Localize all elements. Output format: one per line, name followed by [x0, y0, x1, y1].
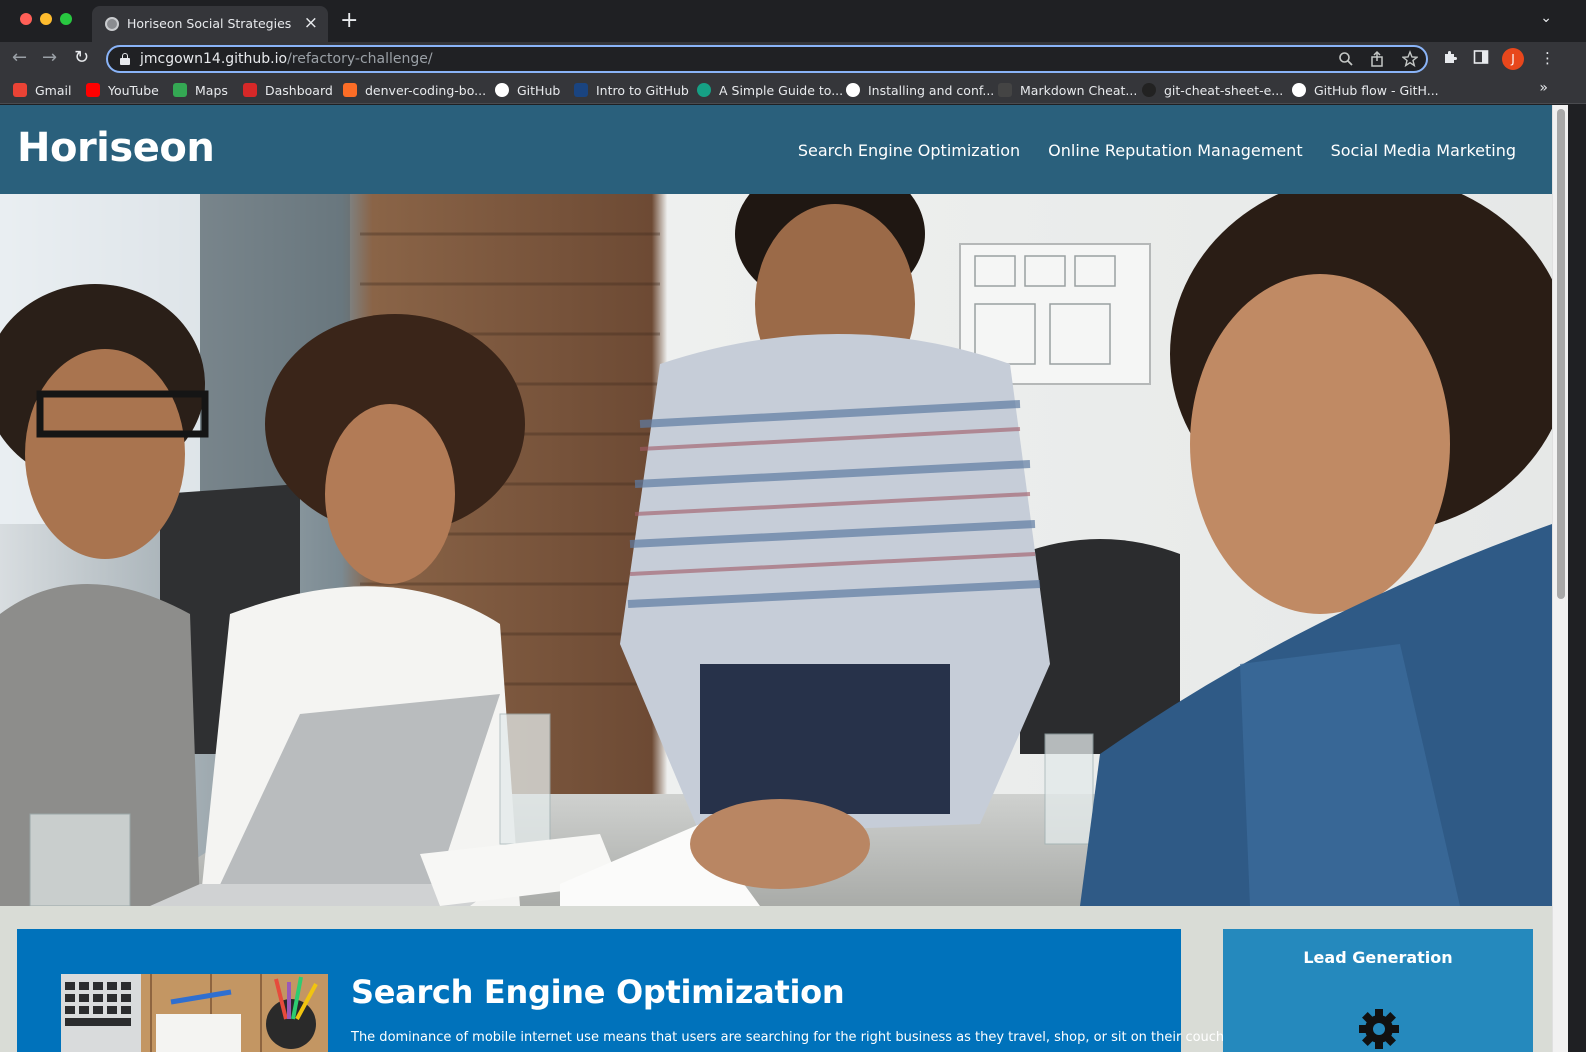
tab-search-chevron-icon[interactable]: ⌄: [1540, 10, 1552, 26]
site-logo[interactable]: Horiseon: [17, 125, 215, 171]
forward-arrow-icon[interactable]: →: [42, 46, 57, 70]
bookmark-label: denver-coding-bo...: [365, 82, 487, 98]
bookmark-denver-coding[interactable]: denver-coding-bo...: [343, 81, 486, 99]
bookmark-simple-guide[interactable]: A Simple Guide to...: [697, 81, 843, 99]
back-arrow-icon[interactable]: ←: [12, 46, 27, 70]
main-nav: Search Engine Optimization Online Reputa…: [798, 141, 1516, 160]
bookmark-github[interactable]: GitHub: [495, 81, 560, 99]
tab-close-icon[interactable]: ×: [304, 13, 318, 33]
bookmark-git-cheat-sheet[interactable]: git-cheat-sheet-e...: [1142, 81, 1283, 99]
github-icon: [1292, 83, 1306, 97]
sidebar-title: Lead Generation: [1303, 948, 1453, 967]
url-host: jmcgown14.github.io: [140, 51, 288, 67]
more-menu-icon[interactable]: ⋮: [1540, 49, 1555, 67]
profile-avatar[interactable]: J: [1502, 48, 1524, 70]
gitlab-icon: [343, 83, 357, 97]
bookmark-intro-to-github[interactable]: Intro to GitHub: [574, 81, 689, 99]
window-edge: [1568, 105, 1586, 1052]
browser-tab-active[interactable]: Horiseon Social Strategies ×: [92, 6, 328, 42]
bookmark-gmail[interactable]: Gmail: [13, 81, 71, 99]
github-icon: [1142, 83, 1156, 97]
page-viewport: Horiseon Search Engine Optimization Onli…: [0, 105, 1552, 1052]
seo-image: [61, 974, 328, 1052]
globe-icon: [105, 17, 119, 31]
bookmark-label: GitHub flow - GitH...: [1314, 82, 1439, 98]
url-path: /refactory-challenge/: [287, 51, 433, 67]
page-scrollbar[interactable]: [1552, 105, 1568, 1052]
bookmark-installing[interactable]: Installing and conf...: [846, 81, 994, 99]
maximize-window-button[interactable]: [60, 13, 72, 25]
youtube-icon: [86, 83, 100, 97]
browser-toolbar: ← → ↻ jmcgown14.github.io/refactory-chal…: [0, 42, 1586, 76]
site-header: Horiseon Search Engine Optimization Onli…: [0, 105, 1552, 194]
gear-icon: [1359, 1009, 1399, 1049]
new-tab-button[interactable]: +: [340, 10, 358, 32]
bookmarks-bar: Gmail YouTube Maps Dashboard denver-codi…: [0, 76, 1586, 104]
bookmark-label: git-cheat-sheet-e...: [1164, 82, 1284, 98]
maps-icon: [173, 83, 187, 97]
scrollbar-thumb[interactable]: [1557, 109, 1565, 599]
bookmark-label: GitHub: [517, 82, 561, 98]
extensions-puzzle-icon[interactable]: [1442, 49, 1458, 69]
dashboard-icon: [243, 83, 257, 97]
bookmark-github-flow[interactable]: GitHub flow - GitH...: [1292, 81, 1439, 99]
bookmarks-overflow-icon[interactable]: »: [1539, 80, 1548, 96]
bookmark-maps[interactable]: Maps: [173, 81, 228, 99]
share-icon[interactable]: [1370, 50, 1384, 72]
browser-tab-bar: Horiseon Social Strategies × + ⌄: [0, 0, 1586, 42]
bookmark-markdown[interactable]: Markdown Cheat...: [998, 81, 1137, 99]
tab-title: Horiseon Social Strategies: [127, 16, 292, 31]
bookmark-label: Installing and conf...: [868, 82, 995, 98]
github-icon: [846, 83, 860, 97]
seo-section: Search Engine Optimization The dominance…: [17, 929, 1241, 1052]
zoom-icon[interactable]: [1338, 50, 1354, 72]
reload-icon[interactable]: ↻: [74, 46, 89, 70]
lock-icon[interactable]: [120, 53, 130, 65]
bookmark-youtube[interactable]: YouTube: [86, 81, 159, 99]
bookmark-label: YouTube: [108, 82, 159, 98]
hero-image: [0, 194, 1552, 906]
bookmark-label: Maps: [195, 82, 228, 98]
address-bar[interactable]: jmcgown14.github.io/refactory-challenge/: [106, 45, 1428, 73]
lead-generation-card: Lead Generation: [1223, 929, 1533, 1052]
bookmark-label: A Simple Guide to...: [719, 82, 844, 98]
minimize-window-button[interactable]: [40, 13, 52, 25]
bookmark-dashboard[interactable]: Dashboard: [243, 81, 333, 99]
bookmark-label: Gmail: [35, 82, 72, 98]
section-title: Search Engine Optimization: [351, 973, 845, 1011]
bookmark-label: Markdown Cheat...: [1020, 82, 1138, 98]
nav-link-reputation[interactable]: Online Reputation Management: [1048, 141, 1302, 160]
bookmark-label: Intro to GitHub: [596, 82, 689, 98]
url-text[interactable]: jmcgown14.github.io/refactory-challenge/: [140, 51, 433, 67]
gmail-icon: [13, 83, 27, 97]
guide-icon: [697, 83, 711, 97]
bookmark-star-icon[interactable]: [1401, 50, 1419, 72]
gsa-icon: [574, 83, 588, 97]
markdown-icon: [998, 83, 1012, 97]
github-icon: [495, 83, 509, 97]
close-window-button[interactable]: [20, 13, 32, 25]
nav-link-social-media[interactable]: Social Media Marketing: [1331, 141, 1516, 160]
section-text: The dominance of mobile internet use mea…: [351, 1030, 1242, 1045]
side-panel-icon[interactable]: [1473, 49, 1489, 69]
nav-link-seo[interactable]: Search Engine Optimization: [798, 141, 1020, 160]
bookmark-label: Dashboard: [265, 82, 333, 98]
